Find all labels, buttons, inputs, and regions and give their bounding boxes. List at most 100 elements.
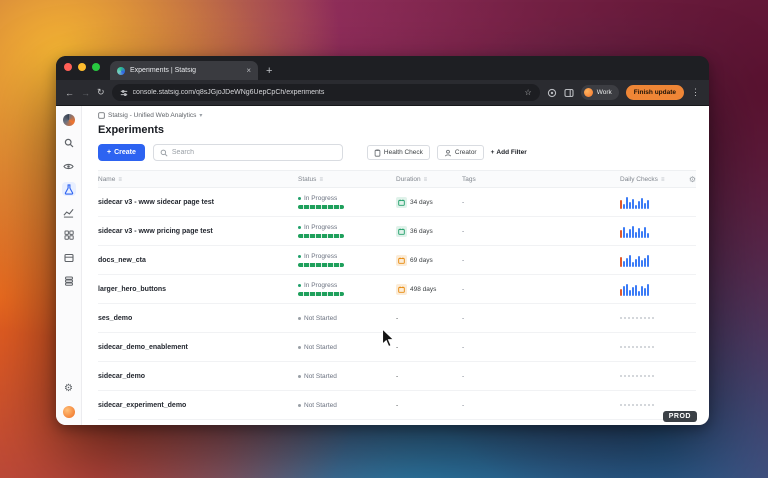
table-row[interactable]: ses_demo Not Started - - bbox=[98, 304, 696, 333]
address-bar[interactable]: console.statsig.com/q8sJGjoJDeWNg6UepCpC… bbox=[111, 84, 540, 101]
new-tab-button[interactable]: + bbox=[266, 65, 272, 80]
status-text: Not Started bbox=[304, 401, 337, 409]
extensions-icon[interactable] bbox=[547, 88, 557, 98]
daily-checks-empty bbox=[620, 375, 654, 377]
daily-checks-sparkline bbox=[620, 254, 680, 267]
sidebar-item-dynamic-config-icon[interactable] bbox=[62, 251, 76, 265]
daily-checks-sparkline bbox=[620, 196, 680, 209]
table-row[interactable]: docs_new_cta In Progress 69 days - bbox=[98, 246, 696, 275]
experiment-name-link[interactable]: sidecar_demo bbox=[98, 373, 298, 380]
duration-cell: - bbox=[396, 373, 462, 380]
bookmark-star-icon[interactable]: ☆ bbox=[525, 88, 532, 97]
duration-text: - bbox=[396, 401, 399, 409]
calendar-icon bbox=[396, 225, 407, 237]
table-settings-gear-icon[interactable]: ⚙ bbox=[680, 175, 696, 184]
spark-bar bbox=[623, 203, 625, 209]
table-row[interactable]: sidecar_demo_enablement Not Started - - bbox=[98, 333, 696, 362]
sidebar-item-metrics-icon[interactable] bbox=[62, 205, 76, 219]
table-row[interactable]: sidecar_experiment_demo Not Started - - bbox=[98, 391, 696, 420]
experiment-name-link[interactable]: sidecar v3 - www pricing page test bbox=[98, 228, 298, 235]
spark-bar bbox=[635, 284, 637, 296]
finish-update-label: Finish update bbox=[633, 89, 676, 96]
status-label: Not Started bbox=[298, 315, 396, 322]
progress-bar bbox=[298, 205, 344, 209]
creator-filter[interactable]: Creator bbox=[436, 145, 484, 160]
statsig-logo[interactable] bbox=[62, 113, 76, 127]
table-row[interactable]: larger_hero_buttons In Progress 498 days - bbox=[98, 275, 696, 304]
close-window-button[interactable] bbox=[64, 63, 72, 71]
sort-icon[interactable]: ≡ bbox=[424, 177, 428, 183]
finish-update-button[interactable]: Finish update bbox=[625, 85, 684, 100]
zoom-window-button[interactable] bbox=[92, 63, 100, 71]
status-label: In Progress bbox=[298, 253, 396, 260]
daily-checks-empty bbox=[620, 404, 654, 406]
status-dot-icon bbox=[298, 226, 301, 229]
user-avatar[interactable] bbox=[62, 405, 76, 419]
spark-bar bbox=[641, 259, 643, 267]
status-text: In Progress bbox=[304, 195, 338, 202]
table-row[interactable]: sidecar v3 - www sidecar page test In Pro… bbox=[98, 188, 696, 217]
browser-menu-icon[interactable]: ⋮ bbox=[691, 87, 700, 98]
experiment-name-link[interactable]: sidecar_demo_enablement bbox=[98, 344, 298, 351]
spark-bar bbox=[626, 196, 628, 209]
daily-checks-cell bbox=[620, 375, 680, 377]
person-icon bbox=[444, 149, 451, 156]
daily-checks-cell bbox=[620, 317, 680, 319]
minimize-window-button[interactable] bbox=[78, 63, 86, 71]
column-header-daily-checks[interactable]: Daily Checks ≡ bbox=[620, 176, 680, 183]
sidebar-item-overview-icon[interactable] bbox=[62, 159, 76, 173]
spark-bar bbox=[647, 283, 649, 296]
status-cell: Not Started bbox=[298, 402, 396, 409]
browser-tab[interactable]: Experiments | Statsig × bbox=[110, 61, 258, 80]
table-row[interactable]: sidecar v3 - www pricing page test In Pro… bbox=[98, 217, 696, 246]
column-header-duration[interactable]: Duration ≡ bbox=[396, 176, 462, 183]
spark-bar bbox=[638, 227, 640, 238]
sidebar-item-experiments-icon[interactable] bbox=[61, 182, 76, 196]
settings-gear-icon[interactable]: ⚙ bbox=[62, 382, 76, 396]
sidebar-item-gates-icon[interactable] bbox=[62, 228, 76, 242]
browser-tab-strip: Experiments | Statsig × + bbox=[56, 56, 709, 80]
sidebar-item-events-icon[interactable] bbox=[62, 274, 76, 288]
forward-icon[interactable]: → bbox=[81, 88, 90, 98]
profile-chip[interactable]: Work bbox=[580, 85, 619, 100]
tab-close-icon[interactable]: × bbox=[246, 66, 251, 75]
url-text[interactable]: console.statsig.com/q8sJGjoJDeWNg6UepCpC… bbox=[133, 89, 520, 96]
add-filter-button[interactable]: + Add Filter bbox=[491, 149, 527, 156]
experiment-name-link[interactable]: larger_hero_buttons bbox=[98, 286, 298, 293]
sidebar-search-icon[interactable] bbox=[62, 136, 76, 150]
spark-bar bbox=[623, 260, 625, 267]
daily-checks-empty bbox=[620, 317, 654, 319]
column-header-status[interactable]: Status ≡ bbox=[298, 176, 396, 183]
sort-icon[interactable]: ≡ bbox=[118, 177, 122, 183]
site-settings-icon[interactable] bbox=[120, 89, 128, 97]
experiment-name-link[interactable]: ses_demo bbox=[98, 315, 298, 322]
back-icon[interactable]: ← bbox=[65, 88, 74, 98]
breadcrumb[interactable]: Statsig - Unified Web Analytics ▾ bbox=[98, 112, 696, 119]
column-header-tags[interactable]: Tags bbox=[462, 176, 620, 183]
side-panel-icon[interactable] bbox=[564, 88, 574, 98]
column-header-name[interactable]: Name ≡ bbox=[98, 176, 298, 183]
status-dot-icon bbox=[298, 197, 301, 200]
spark-bar bbox=[641, 197, 643, 209]
experiment-name-link[interactable]: sidecar v3 - www sidecar page test bbox=[98, 199, 298, 206]
spark-bar bbox=[635, 231, 637, 238]
health-check-filter[interactable]: Health Check bbox=[366, 145, 430, 160]
search-input[interactable] bbox=[171, 149, 336, 156]
search-icon bbox=[160, 149, 168, 157]
health-check-label: Health Check bbox=[383, 149, 423, 156]
create-button[interactable]: + Create bbox=[98, 144, 145, 161]
spark-bar bbox=[647, 232, 649, 238]
duration-text: 36 days bbox=[410, 227, 433, 235]
spark-bar bbox=[620, 199, 622, 209]
table-row[interactable]: sidecar_demo Not Started - - bbox=[98, 362, 696, 391]
daily-checks-cell bbox=[620, 254, 680, 267]
page-title: Experiments bbox=[98, 124, 165, 136]
sort-icon[interactable]: ≡ bbox=[319, 177, 323, 183]
experiment-name-link[interactable]: docs_new_cta bbox=[98, 257, 298, 264]
search-box[interactable] bbox=[152, 144, 343, 161]
reload-icon[interactable]: ↻ bbox=[97, 87, 105, 98]
tags-cell: - bbox=[462, 285, 465, 293]
daily-checks-cell bbox=[620, 283, 680, 296]
sort-icon[interactable]: ≡ bbox=[661, 177, 665, 183]
experiment-name-link[interactable]: sidecar_experiment_demo bbox=[98, 402, 298, 409]
